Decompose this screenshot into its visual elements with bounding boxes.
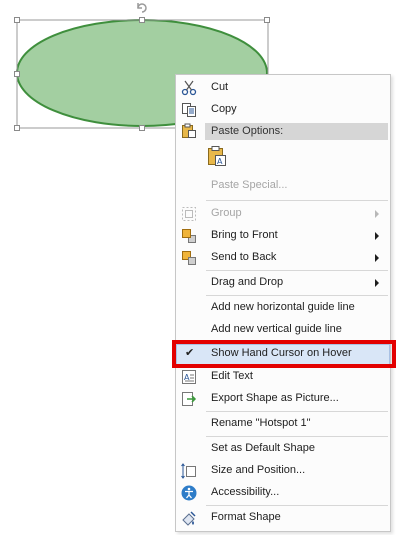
menu-item-add-horizontal-guide[interactable]: Add new horizontal guide line [176,297,390,319]
accessibility-icon [181,485,197,501]
menu-item-group[interactable]: Group [176,203,390,225]
menu-separator [206,505,388,506]
menu-separator [206,436,388,437]
menu-separator [206,411,388,412]
menu-item-edit-text[interactable]: A Edit Text [176,366,390,388]
submenu-arrow-icon [375,210,379,218]
selection-handle-top-right[interactable] [264,17,270,23]
format-shape-icon [182,511,196,526]
menu-separator [206,200,388,201]
menu-item-set-default-shape-label: Set as Default Shape [211,442,315,454]
menu-item-send-to-back-label: Send to Back [211,251,277,263]
menu-item-paste-special-label: Paste Special... [211,179,288,191]
submenu-arrow-icon [375,232,379,240]
selection-handle-bottom-left[interactable] [14,125,20,131]
size-position-icon [181,463,196,479]
selection-handle-top-left[interactable] [14,17,20,23]
menu-item-export-shape[interactable]: Export Shape as Picture... [176,388,390,410]
submenu-arrow-icon [375,279,379,287]
menu-item-cut-label: Cut [211,81,229,93]
bring-front-icon [182,229,196,243]
menu-item-rename-label: Rename "Hotspot 1" [211,417,311,429]
export-icon [182,392,197,406]
menu-separator [206,295,388,296]
menu-item-bring-to-front[interactable]: Bring to Front [176,225,390,247]
paste-clipboard-icon: A [208,146,226,166]
menu-item-add-horizontal-guide-label: Add new horizontal guide line [211,301,355,313]
menu-item-cut[interactable]: Cut [176,77,390,99]
menu-item-accessibility-label: Accessibility... [211,486,280,498]
selection-handle-left[interactable] [14,71,20,77]
svg-text:A: A [217,157,223,166]
menu-item-size-position-label: Size and Position... [211,464,306,476]
menu-item-send-to-back[interactable]: Send to Back [176,247,390,269]
menu-item-export-shape-label: Export Shape as Picture... [211,392,339,404]
copy-icon [182,103,196,117]
selection-handle-top[interactable] [139,17,145,23]
menu-item-copy-label: Copy [211,103,237,115]
menu-item-set-default-shape[interactable]: Set as Default Shape [176,438,390,460]
edit-text-icon: A [182,370,196,384]
paste-keep-formatting-button[interactable]: A [206,145,230,169]
scissors-icon [181,80,197,96]
menu-item-drag-and-drop[interactable]: Drag and Drop [176,272,390,294]
menu-item-size-position[interactable]: Size and Position... [176,460,390,482]
menu-item-add-vertical-guide[interactable]: Add new vertical guide line [176,319,390,341]
menu-item-format-shape-label: Format Shape [211,511,281,523]
menu-item-bring-to-front-label: Bring to Front [211,229,278,241]
menu-item-edit-text-label: Edit Text [211,370,253,382]
submenu-arrow-icon [375,254,379,262]
annotation-highlight-box [172,340,396,368]
paste-options-label: Paste Options: [211,125,284,137]
rotate-handle-icon[interactable] [135,0,149,16]
clipboard-icon [182,123,196,138]
group-icon [182,207,196,221]
paste-options-icon-area [181,123,197,139]
selection-handle-bottom[interactable] [139,125,145,131]
menu-item-add-vertical-guide-label: Add new vertical guide line [211,323,342,335]
menu-item-copy[interactable]: Copy [176,99,390,121]
menu-item-accessibility[interactable]: Accessibility... [176,482,390,504]
menu-item-group-label: Group [211,207,242,219]
paste-options-header: Paste Options: [205,123,388,140]
menu-item-paste-special[interactable]: Paste Special... [176,175,390,197]
menu-separator [206,270,388,271]
send-back-icon [182,251,196,265]
context-menu: Cut Copy Paste Options: A Paste Special.… [175,74,391,532]
menu-item-drag-and-drop-label: Drag and Drop [211,276,284,288]
menu-item-format-shape[interactable]: Format Shape [176,507,390,529]
menu-item-rename[interactable]: Rename "Hotspot 1" [176,413,390,435]
